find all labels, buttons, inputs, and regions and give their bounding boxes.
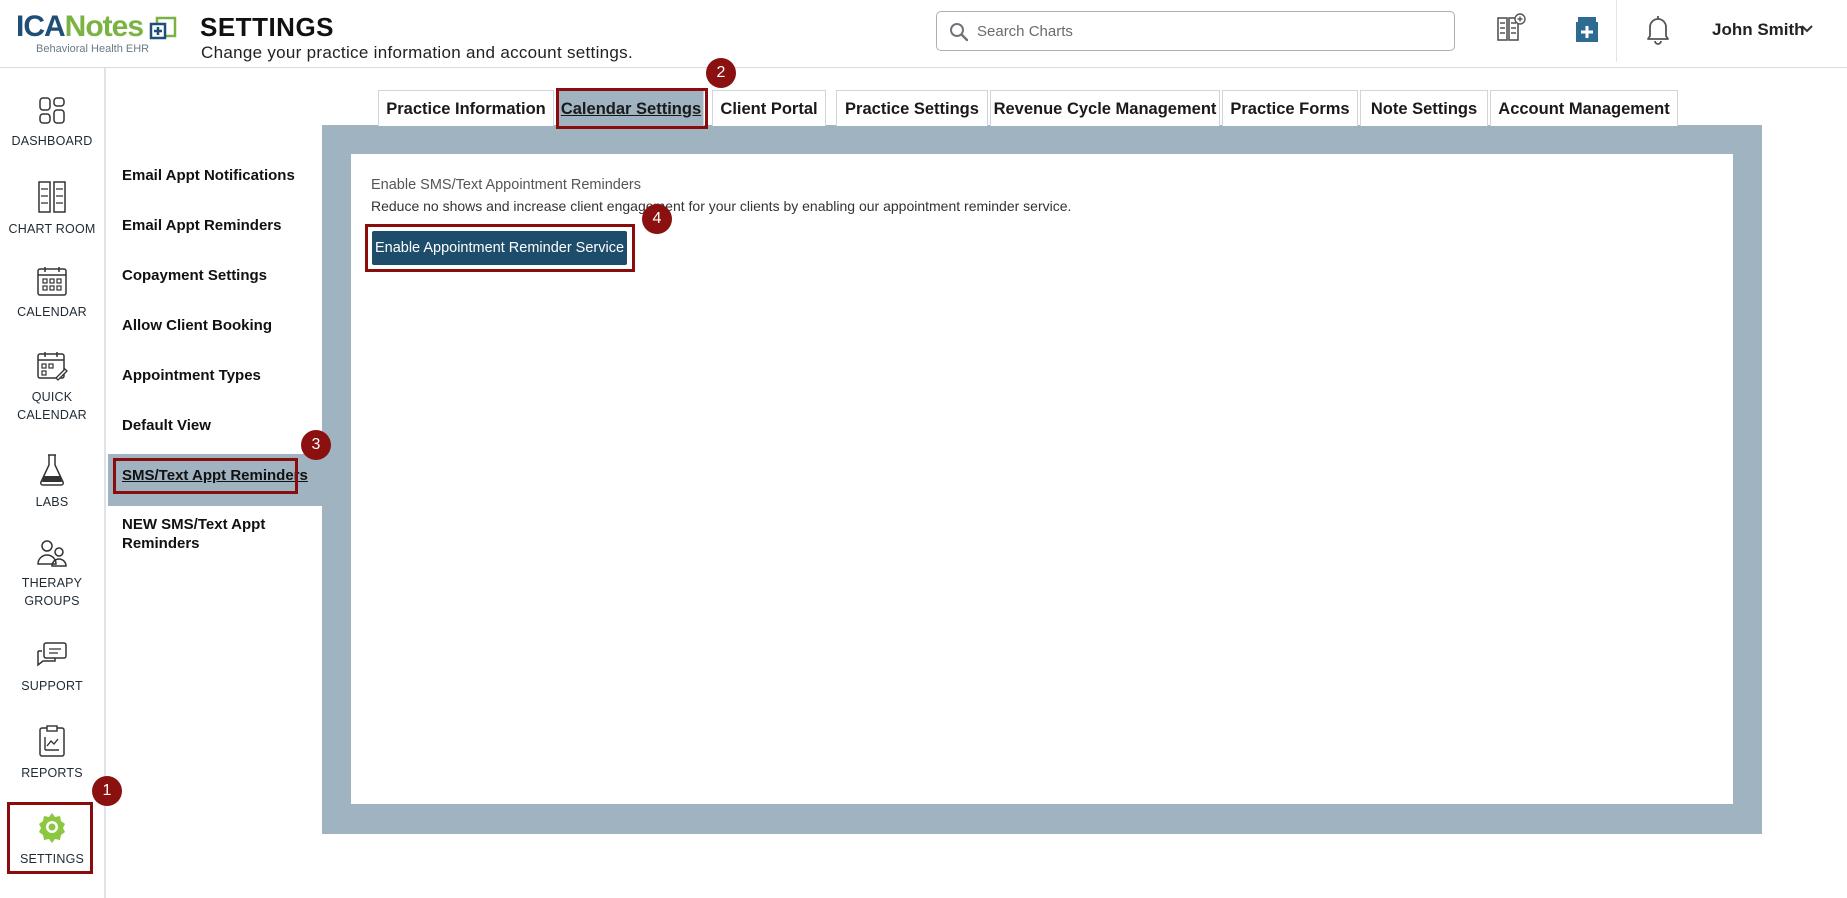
- nav-item-support[interactable]: SUPPORT: [0, 641, 104, 695]
- logo-wordmark: ICANotes: [16, 10, 144, 43]
- page-title: SETTINGS: [200, 12, 335, 42]
- top-header: ICANotes Behavioral Health EHR SETTINGS …: [0, 0, 1847, 68]
- subnav-item-new-sms-text-appt-reminders[interactable]: NEW SMS/Text Appt Reminders: [108, 515, 268, 553]
- subnav-item-copayment-settings[interactable]: Copayment Settings: [108, 266, 322, 285]
- nav-item-chart-room[interactable]: CHART ROOM: [0, 180, 104, 238]
- nav-item-quick-calendar[interactable]: QUICK CALENDAR: [0, 350, 104, 424]
- icanotes-logo[interactable]: ICANotes Behavioral Health EHR: [16, 10, 177, 58]
- nav-label: LABS: [35, 495, 69, 509]
- nav-item-calendar[interactable]: CALENDAR: [0, 265, 104, 321]
- header-divider: [1616, 0, 1617, 62]
- search-icon: [950, 23, 969, 42]
- nav-item-labs[interactable]: LABS: [0, 453, 104, 511]
- nav-label: CALENDAR: [17, 305, 87, 319]
- tab-label: Practice Settings: [845, 100, 979, 118]
- tab-client-portal[interactable]: Client Portal: [712, 90, 826, 126]
- tab-label: Practice Forms: [1230, 100, 1350, 118]
- nav-label: REPORTS: [21, 766, 83, 780]
- tab-label: Practice Information: [386, 100, 546, 118]
- nav-item-reports[interactable]: REPORTS: [0, 724, 104, 782]
- nav-label: CHART ROOM: [8, 222, 96, 236]
- quick-calendar-icon: [37, 352, 68, 381]
- tab-note-settings[interactable]: Note Settings: [1360, 90, 1488, 126]
- dashboard-icon: [39, 97, 65, 124]
- subnav-item-allow-client-booking[interactable]: Allow Client Booking: [108, 316, 322, 335]
- step-badge-4: 4: [642, 204, 672, 234]
- user-menu-name[interactable]: John Smith: [1712, 20, 1805, 40]
- section-description: Reduce no shows and increase client enga…: [371, 198, 1072, 214]
- subnav-highlight-box: [113, 458, 298, 494]
- tab-label: Revenue Cycle Management: [993, 100, 1217, 118]
- search-box[interactable]: [936, 11, 1455, 51]
- step-badge-3: 3: [301, 430, 331, 460]
- section-title: Enable SMS/Text Appointment Reminders: [371, 177, 641, 193]
- tab-label: Client Portal: [720, 100, 818, 118]
- report-icon: [39, 725, 65, 757]
- chart-add-icon[interactable]: [1494, 12, 1528, 46]
- logo-tagline: Behavioral Health EHR: [36, 43, 150, 55]
- flask-icon: [39, 454, 65, 486]
- tab-practice-settings[interactable]: Practice Settings: [836, 90, 988, 126]
- nav-label: DASHBOARD: [11, 134, 93, 148]
- enable-appointment-reminder-button[interactable]: Enable Appointment Reminder Service: [372, 231, 627, 265]
- subnav-item-default-view[interactable]: Default View: [108, 416, 322, 435]
- nav-label: SUPPORT: [21, 679, 83, 693]
- tab-revenue-cycle-management[interactable]: Revenue Cycle Management: [990, 90, 1220, 126]
- tab-highlight-box: [556, 88, 708, 129]
- prescription-add-icon[interactable]: [1570, 12, 1604, 46]
- tab-label: Account Management: [1498, 100, 1670, 118]
- subnav-item-email-appt-reminders[interactable]: Email Appt Reminders: [108, 216, 322, 235]
- search-input[interactable]: [977, 18, 1437, 44]
- group-icon: [37, 540, 67, 567]
- step-badge-1: 1: [92, 776, 122, 806]
- nav-label: QUICK CALENDAR: [17, 390, 87, 422]
- nav-label: THERAPY GROUPS: [21, 576, 83, 608]
- subnav-item-appointment-types[interactable]: Appointment Types: [108, 366, 322, 385]
- chevron-down-icon[interactable]: [1800, 24, 1814, 34]
- tab-account-management[interactable]: Account Management: [1490, 90, 1678, 126]
- nav-item-therapy-groups[interactable]: THERAPY GROUPS: [0, 538, 104, 610]
- calendar-icon: [37, 267, 67, 296]
- logo-plus-icon: [149, 16, 177, 40]
- subnav-item-email-appt-notifications[interactable]: Email Appt Notifications: [108, 166, 322, 185]
- settings-highlight-box: [7, 802, 93, 874]
- nav-item-dashboard[interactable]: DASHBOARD: [0, 96, 104, 150]
- chart-room-icon: [38, 181, 66, 213]
- left-navigation: DASHBOARD CHART ROOM CALENDAR QUICK CALE…: [0, 68, 106, 898]
- tab-practice-information[interactable]: Practice Information: [378, 90, 554, 126]
- step-badge-2: 2: [706, 58, 736, 88]
- page-subtitle: Change your practice information and acc…: [201, 43, 633, 62]
- tab-practice-forms[interactable]: Practice Forms: [1222, 90, 1358, 126]
- chat-icon: [37, 642, 67, 667]
- tab-label: Note Settings: [1370, 100, 1478, 118]
- bell-icon[interactable]: [1641, 12, 1675, 46]
